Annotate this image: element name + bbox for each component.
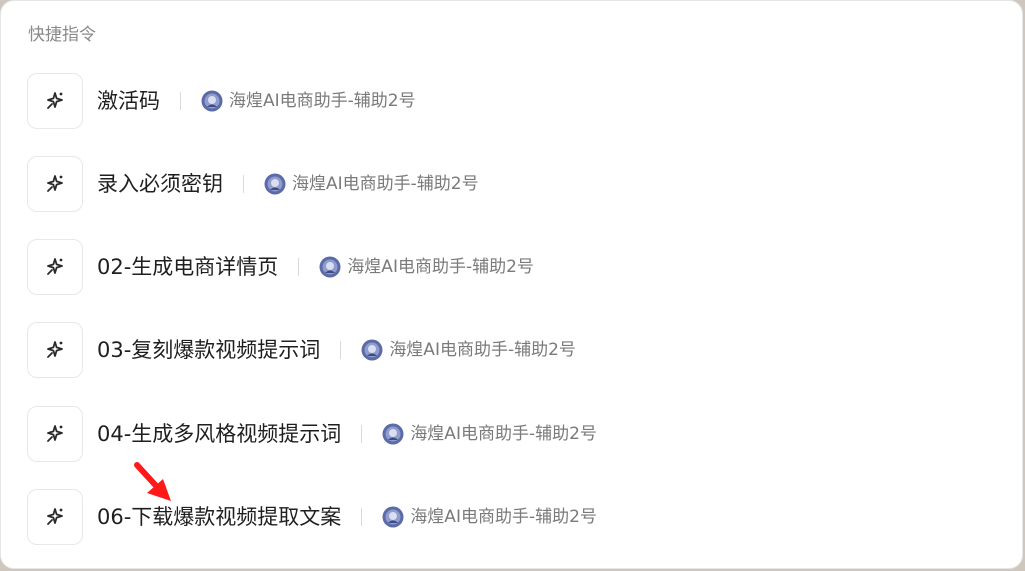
- divider: [361, 425, 363, 443]
- shortcut-commands-panel: 快捷指令 激活码 海煌AI电商助手-辅助2号 录入必须密钥 海煌AI电商助手-辅…: [0, 0, 1023, 569]
- annotation-arrow-icon: [134, 462, 171, 501]
- source-bot-name: 海煌AI电商助手-辅助2号: [410, 424, 597, 444]
- source-bot-name: 海煌AI电商助手-辅助2号: [229, 91, 416, 111]
- divider: [180, 92, 181, 110]
- shortcut-icon-box: [27, 322, 83, 378]
- shortcut-icon-box: [27, 73, 83, 129]
- bot-avatar-icon: [382, 506, 404, 528]
- source-bot-name: 海煌AI电商助手-辅助2号: [389, 340, 576, 360]
- shortcut-item-generate-detail-page[interactable]: 02-生成电商详情页 海煌AI电商助手-辅助2号: [27, 238, 534, 296]
- divider: [340, 341, 342, 359]
- shortcut-icon-box: [27, 489, 83, 545]
- sparkle-magic-icon: [47, 92, 63, 109]
- sparkle-magic-icon: [47, 508, 63, 525]
- bot-avatar-icon: [319, 256, 341, 278]
- divider: [298, 258, 300, 276]
- source-bot-name: 海煌AI电商助手-辅助2号: [347, 257, 534, 277]
- shortcut-item-activation-code[interactable]: 激活码 海煌AI电商助手-辅助2号: [27, 72, 416, 130]
- source-bot-name: 海煌AI电商助手-辅助2号: [410, 507, 597, 527]
- shortcut-icon-box: [27, 406, 83, 462]
- shortcut-item-title: 02-生成电商详情页: [97, 255, 279, 279]
- shortcut-item-title: 03-复刻爆款视频提示词: [97, 338, 321, 362]
- bot-avatar-icon: [201, 90, 223, 112]
- shortcut-item-title: 04-生成多风格视频提示词: [97, 422, 342, 446]
- bot-avatar-icon: [264, 173, 286, 195]
- shortcut-item-title: 激活码: [97, 89, 160, 113]
- shortcut-item-download-video-extract-copy[interactable]: 06-下载爆款视频提取文案 海煌AI电商助手-辅助2号: [27, 488, 597, 546]
- section-title: 快捷指令: [28, 25, 96, 45]
- shortcut-item-title: 录入必须密钥: [97, 172, 223, 196]
- shortcut-item-multi-style-video-prompt[interactable]: 04-生成多风格视频提示词 海煌AI电商助手-辅助2号: [27, 405, 597, 463]
- divider: [243, 175, 244, 193]
- bot-avatar-icon: [382, 423, 404, 445]
- shortcut-icon-box: [27, 156, 83, 212]
- sparkle-magic-icon: [47, 258, 63, 275]
- bot-avatar-icon: [361, 339, 383, 361]
- source-bot-name: 海煌AI电商助手-辅助2号: [292, 174, 479, 194]
- sparkle-magic-icon: [47, 175, 63, 192]
- sparkle-magic-icon: [47, 341, 63, 358]
- shortcut-item-enter-required-key[interactable]: 录入必须密钥 海煌AI电商助手-辅助2号: [27, 155, 479, 213]
- sparkle-magic-icon: [47, 425, 63, 442]
- shortcut-icon-box: [27, 239, 83, 295]
- divider: [361, 508, 363, 526]
- shortcut-item-title: 06-下载爆款视频提取文案: [97, 505, 342, 529]
- shortcut-item-replicate-video-prompt[interactable]: 03-复刻爆款视频提示词 海煌AI电商助手-辅助2号: [27, 321, 576, 379]
